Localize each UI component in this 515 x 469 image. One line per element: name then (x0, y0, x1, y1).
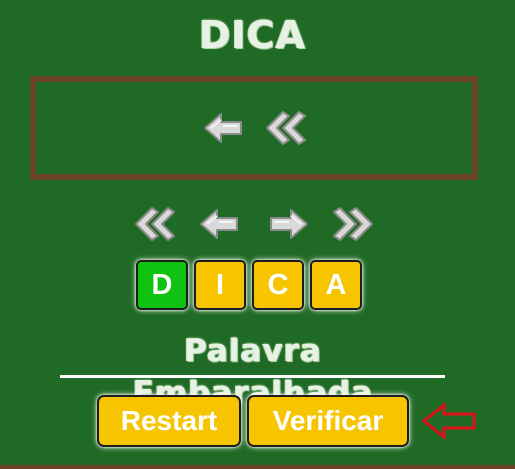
game-subtitle: Palavra Embaralhada (132, 333, 374, 411)
restart-button[interactable]: Restart (97, 395, 241, 447)
arrow-left-icon[interactable] (197, 204, 243, 244)
subtitle-underline (60, 375, 445, 378)
arrow-left-icon (201, 108, 247, 148)
letter-tile[interactable]: I (194, 260, 246, 310)
move-controls (130, 204, 378, 248)
letter-tiles: D I C A (136, 260, 362, 310)
double-chevron-left-icon (261, 108, 307, 148)
red-arrow-left-icon (420, 400, 480, 442)
letter-tile[interactable]: D (136, 260, 188, 310)
board-frame-bottom (0, 465, 515, 469)
hint-box (30, 76, 478, 180)
game-title: DICA (199, 13, 306, 57)
arrow-right-icon[interactable] (265, 204, 311, 244)
letter-tile[interactable]: C (252, 260, 304, 310)
double-chevron-left-icon[interactable] (130, 204, 176, 244)
double-chevron-right-icon[interactable] (332, 204, 378, 244)
hint-arrow-row (36, 108, 472, 148)
verify-button[interactable]: Verificar (247, 395, 409, 447)
letter-tile[interactable]: A (310, 260, 362, 310)
